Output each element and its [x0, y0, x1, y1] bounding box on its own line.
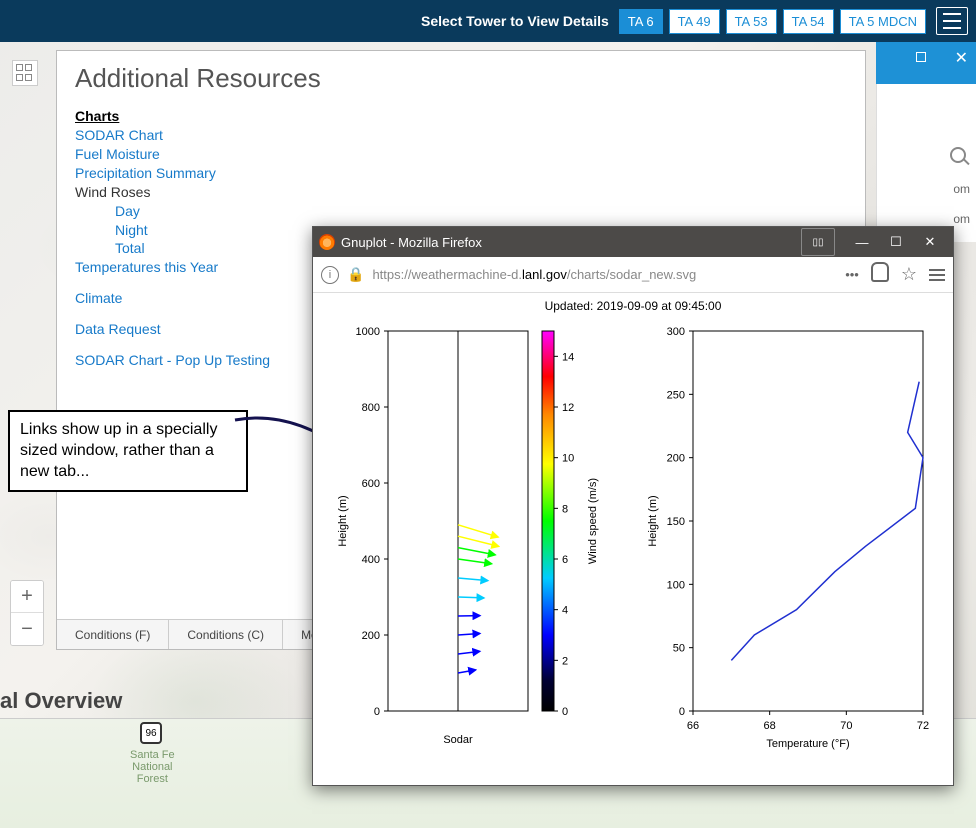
reader-view-icon[interactable]: ▯▯: [801, 228, 835, 256]
sodar-chart: 0 200 400 600 800 1000 Height (m) Sodar 0 2 4 6 8 10 1…: [328, 321, 608, 761]
svg-text:50: 50: [673, 643, 685, 655]
popup-titlebar[interactable]: Gnuplot - Mozilla Firefox ▯▯ — ☐ ✕: [313, 227, 953, 257]
svg-text:72: 72: [917, 720, 929, 732]
temperature-chart: 66 68 70 72 0 50 100 150 200 250 300 Height (m) Temp…: [638, 321, 938, 761]
svg-text:8: 8: [562, 503, 568, 515]
link-fuel-moisture[interactable]: Fuel Moisture: [75, 145, 847, 164]
svg-text:150: 150: [667, 516, 685, 528]
search-icon: [950, 147, 966, 163]
link-sodar-chart[interactable]: SODAR Chart: [75, 126, 847, 145]
svg-text:2: 2: [562, 655, 568, 667]
truncated-text: om: [953, 182, 970, 196]
bookmark-star-icon[interactable]: ☆: [901, 264, 917, 285]
lock-icon: 🔒: [347, 266, 364, 283]
more-icon[interactable]: •••: [845, 267, 859, 282]
svg-text:66: 66: [687, 720, 699, 732]
popup-title: Gnuplot - Mozilla Firefox: [341, 235, 482, 250]
popup-window: Gnuplot - Mozilla Firefox ▯▯ — ☐ ✕ i 🔒 h…: [312, 226, 954, 786]
minimize-button[interactable]: —: [845, 228, 879, 256]
wind-roses-label: Wind Roses: [75, 184, 150, 200]
svg-text:200: 200: [667, 453, 685, 465]
chart-updated-label: Updated: 2019-09-09 at 09:45:00: [545, 299, 722, 313]
svg-text:14: 14: [562, 351, 574, 363]
svg-text:200: 200: [362, 630, 380, 642]
tower-button-ta6[interactable]: TA 6: [619, 9, 663, 34]
tower-button-ta53[interactable]: TA 53: [726, 9, 777, 34]
svg-text:300: 300: [667, 326, 685, 338]
zoom-in-button[interactable]: +: [11, 581, 43, 613]
svg-text:100: 100: [667, 579, 685, 591]
svg-text:Height (m): Height (m): [337, 495, 349, 546]
popup-body: Updated: 2019-09-09 at 09:45:00 02004006…: [313, 293, 953, 785]
svg-text:0: 0: [562, 706, 568, 718]
svg-text:12: 12: [562, 402, 574, 414]
annotation-callout: Links show up in a specially sized windo…: [8, 410, 248, 492]
svg-text:800: 800: [362, 402, 380, 414]
svg-text:1000: 1000: [356, 326, 380, 338]
svg-text:400: 400: [362, 554, 380, 566]
link-precipitation-summary[interactable]: Precipitation Summary: [75, 164, 847, 183]
tower-button-ta54[interactable]: TA 54: [783, 9, 834, 34]
menu-icon[interactable]: [936, 7, 968, 35]
site-info-icon[interactable]: i: [321, 266, 339, 284]
svg-text:70: 70: [840, 720, 852, 732]
svg-text:0: 0: [374, 706, 380, 718]
tab-conditions-c[interactable]: Conditions (C): [169, 620, 283, 649]
tower-button-ta49[interactable]: TA 49: [669, 9, 720, 34]
svg-text:68: 68: [764, 720, 776, 732]
highway-shield-icon: 96: [140, 722, 162, 744]
firefox-icon: [319, 234, 335, 250]
charts-heading: Charts: [75, 108, 847, 124]
pocket-icon[interactable]: [871, 268, 889, 282]
close-button[interactable]: ✕: [913, 228, 947, 256]
svg-text:10: 10: [562, 453, 574, 465]
zoom-out-button[interactable]: −: [11, 613, 43, 645]
firefox-menu-icon[interactable]: [929, 269, 945, 281]
select-tower-label: Select Tower to View Details: [421, 13, 609, 29]
bg-window-maximize-icon: [916, 52, 926, 62]
expand-panel-icon[interactable]: [12, 60, 38, 86]
svg-text:Sodar: Sodar: [443, 734, 473, 746]
svg-text:Height (m): Height (m): [647, 495, 659, 546]
svg-text:250: 250: [667, 389, 685, 401]
maximize-button[interactable]: ☐: [879, 228, 913, 256]
truncated-text: om: [953, 212, 970, 226]
tab-conditions-f[interactable]: Conditions (F): [57, 620, 169, 649]
overview-heading: al Overview: [0, 688, 122, 714]
address-bar[interactable]: i 🔒 https://weathermachine-d.lanl.gov/ch…: [313, 257, 953, 293]
svg-text:0: 0: [679, 706, 685, 718]
top-bar: Select Tower to View Details TA 6 TA 49 …: [0, 0, 976, 42]
link-wind-rose-day[interactable]: Day: [115, 202, 847, 221]
svg-text:6: 6: [562, 554, 568, 566]
tower-button-ta5mdcn[interactable]: TA 5 MDCN: [840, 9, 926, 34]
zoom-controls: + −: [10, 580, 44, 646]
svg-text:4: 4: [562, 605, 568, 617]
url-text: https://weathermachine-d.lanl.gov/charts…: [372, 267, 837, 282]
svg-text:Temperature (°F): Temperature (°F): [766, 738, 849, 750]
park-label: Santa Fe National Forest: [130, 749, 175, 785]
bg-window-close-icon: ✕: [955, 48, 968, 68]
svg-text:Wind speed (m/s): Wind speed (m/s): [587, 478, 599, 564]
panel-title: Additional Resources: [75, 63, 847, 94]
background-window-right-edge: ✕ om om: [876, 42, 976, 242]
svg-text:600: 600: [362, 478, 380, 490]
